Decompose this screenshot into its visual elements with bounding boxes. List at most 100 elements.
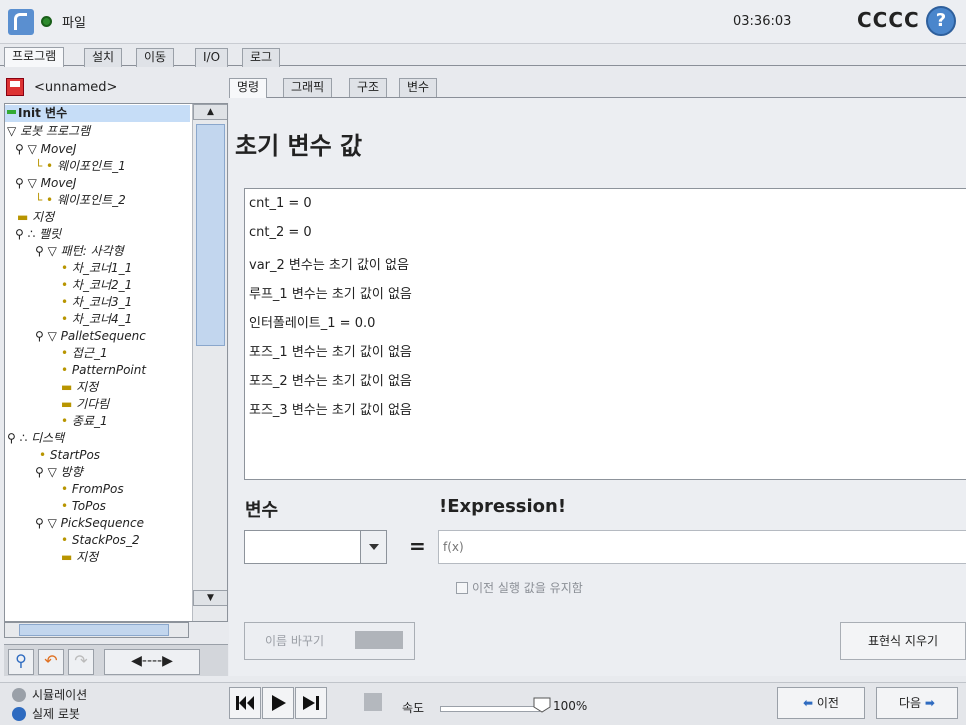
chevron-down-icon[interactable] — [360, 531, 386, 563]
tree-item[interactable]: ⚲ ∴ 디스택 — [7, 430, 64, 447]
list-item[interactable]: 포즈_2 변수는 초기 값이 없음 — [249, 370, 412, 389]
tree-item[interactable]: • FromPos — [61, 481, 124, 498]
next-button[interactable]: 다음 ➡ — [876, 687, 958, 719]
robot-name: CCCC — [857, 8, 920, 32]
waypoint-icon: • — [61, 278, 69, 292]
real-robot-radio-icon[interactable] — [12, 707, 26, 721]
speed-slider[interactable] — [440, 706, 540, 712]
tree-item[interactable]: • StartPos — [39, 447, 100, 464]
tab-command[interactable]: 명령 — [229, 78, 268, 98]
tree-toolbar: ⚲ ↶ ↷ ◀----▶ — [4, 644, 228, 676]
tree-item-robot-program[interactable]: ▽ 로봇 프로그램 — [7, 123, 90, 140]
tree-item[interactable]: • PatternPoint — [61, 362, 146, 379]
skip-back-icon[interactable] — [229, 687, 261, 719]
page-title: 초기 변수 값 — [235, 132, 363, 160]
scroll-down-icon[interactable]: ▼ — [193, 590, 227, 606]
arrow-left-icon: ⬅ — [803, 696, 814, 710]
simulation-option[interactable]: 시뮬레이션 — [12, 686, 87, 703]
equals-sign: = — [409, 534, 426, 558]
triangle-down-icon: ▽ — [7, 124, 17, 138]
tab-move[interactable]: 이동 — [136, 48, 175, 67]
tree-item[interactable]: ▬ 지정 — [61, 379, 98, 396]
tree-item[interactable]: └ • 웨이포인트_2 — [35, 192, 126, 209]
tree-horizontal-scrollbar[interactable] — [4, 622, 189, 638]
tree-item[interactable]: • ToPos — [61, 498, 106, 515]
list-item[interactable]: 루프_1 변수는 초기 값이 없음 — [249, 283, 412, 302]
variable-label: 변수 — [245, 500, 279, 521]
stop-icon[interactable] — [358, 687, 390, 719]
tab-program[interactable]: 프로그램 — [4, 47, 65, 67]
waypoint-icon: • — [61, 346, 69, 360]
tree-item[interactable]: ⚲ ▽ 방향 — [35, 464, 83, 481]
next-label: 다음 — [899, 696, 922, 710]
list-item[interactable]: 포즈_1 변수는 초기 값이 없음 — [249, 341, 412, 360]
scroll-up-icon[interactable]: ▲ — [193, 104, 227, 120]
wait-icon: ▬ — [61, 397, 73, 411]
program-tree-pane: <unnamed> Init 변수 ▽ 로봇 프로그램 ⚲ ▽ MoveJ └ … — [4, 66, 228, 676]
waypoint-icon: • — [39, 448, 47, 462]
checkbox-icon[interactable] — [456, 582, 468, 594]
rename-button[interactable]: 이름 바꾸기 — [244, 622, 415, 660]
search-icon[interactable]: ⚲ — [8, 649, 34, 675]
scroll-thumb[interactable] — [196, 124, 225, 346]
clear-expression-button[interactable]: 표현식 지우기 — [840, 622, 966, 660]
keep-value-label: 이전 실행 값을 유지함 — [472, 581, 583, 595]
assign-icon: ▬ — [61, 550, 73, 564]
tree-item[interactable]: • 차_코너2_1 — [61, 277, 132, 294]
play-icon[interactable] — [262, 687, 294, 719]
tree-item[interactable]: • StackPos_2 — [61, 532, 140, 549]
waypoint-icon: └ • — [35, 159, 54, 173]
save-icon[interactable] — [6, 78, 24, 96]
tab-io[interactable]: I/O — [195, 48, 229, 67]
tree-item[interactable]: ⚲ ∴ 팰릿 — [15, 226, 61, 243]
waypoint-icon: • — [61, 499, 69, 513]
tree-item[interactable]: └ • 웨이포인트_1 — [35, 158, 126, 175]
previous-button[interactable]: ⬅ 이전 — [777, 687, 865, 719]
tree-item[interactable]: • 접근_1 — [61, 345, 108, 362]
tree-item[interactable]: ▬ 지정 — [61, 549, 98, 566]
list-item[interactable]: 인터폴레이트_1 = 0.0 — [249, 312, 375, 331]
speed-slider-knob[interactable] — [533, 697, 551, 713]
tree-item[interactable]: • 차_코너4_1 — [61, 311, 132, 328]
waypoint-icon: • — [61, 363, 69, 377]
list-item[interactable]: cnt_2 = 0 — [249, 225, 312, 240]
move-node-icon[interactable]: ◀----▶ — [104, 649, 200, 675]
file-menu[interactable]: 파일 — [62, 12, 86, 31]
tree-item[interactable]: ⚲ ▽ 패턴: 사각형 — [35, 243, 124, 260]
tree-item[interactable]: ⚲ ▽ MoveJ — [15, 141, 76, 158]
real-robot-option[interactable]: 실제 로봇 — [12, 705, 80, 722]
list-item[interactable]: var_2 변수는 초기 값이 없음 — [249, 254, 409, 273]
tree-item-init-vars[interactable]: Init 변수 — [5, 105, 190, 122]
tree-item[interactable]: ▬ 지정 — [17, 209, 54, 226]
tab-log[interactable]: 로그 — [242, 48, 281, 67]
tab-graphics[interactable]: 그래픽 — [283, 78, 333, 97]
simulation-radio-icon[interactable] — [12, 688, 26, 702]
variable-select[interactable] — [244, 530, 387, 564]
tree-item[interactable]: • 종료_1 — [61, 413, 108, 430]
tab-structure[interactable]: 구조 — [349, 78, 388, 97]
bottom-bar: 시뮬레이션 실제 로봇 속도 100% ⬅ 이전 다음 ➡ — [0, 682, 966, 725]
tree-item[interactable]: • 차_코너3_1 — [61, 294, 132, 311]
variable-list[interactable]: cnt_1 = 0 cnt_2 = 0 var_2 변수는 초기 값이 없음 루… — [244, 188, 966, 480]
redo-icon[interactable]: ↷ — [68, 649, 94, 675]
tab-installation[interactable]: 설치 — [84, 48, 123, 67]
help-icon[interactable]: ? — [926, 6, 956, 36]
step-icon[interactable] — [295, 687, 327, 719]
top-bar: 파일 03:36:03 CCCC ? — [0, 0, 966, 44]
scroll-thumb[interactable] — [19, 624, 169, 636]
tree-item[interactable]: ⚲ ▽ PalletSequenc — [35, 328, 146, 345]
tree-item[interactable]: ▬ 기다림 — [61, 396, 109, 413]
list-item[interactable]: 포즈_3 변수는 초기 값이 없음 — [249, 399, 412, 418]
keep-value-checkbox[interactable]: 이전 실행 값을 유지함 — [456, 579, 583, 596]
expression-input[interactable] — [438, 530, 966, 564]
program-name: <unnamed> — [34, 80, 118, 95]
tree-item[interactable]: ⚲ ▽ MoveJ — [15, 175, 76, 192]
undo-icon[interactable]: ↶ — [38, 649, 64, 675]
tab-variables[interactable]: 변수 — [399, 78, 438, 97]
tree-vertical-scrollbar[interactable]: ▲ ▼ — [192, 104, 227, 621]
tree-item[interactable]: • 차_코너1_1 — [61, 260, 132, 277]
pattern-icon: ⚲ ▽ — [35, 244, 57, 258]
tree-item[interactable]: ⚲ ▽ PickSequence — [35, 515, 144, 532]
init-variables-panel: 초기 변수 값 cnt_1 = 0 cnt_2 = 0 var_2 변수는 초기… — [229, 98, 966, 676]
list-item[interactable]: cnt_1 = 0 — [249, 196, 312, 211]
